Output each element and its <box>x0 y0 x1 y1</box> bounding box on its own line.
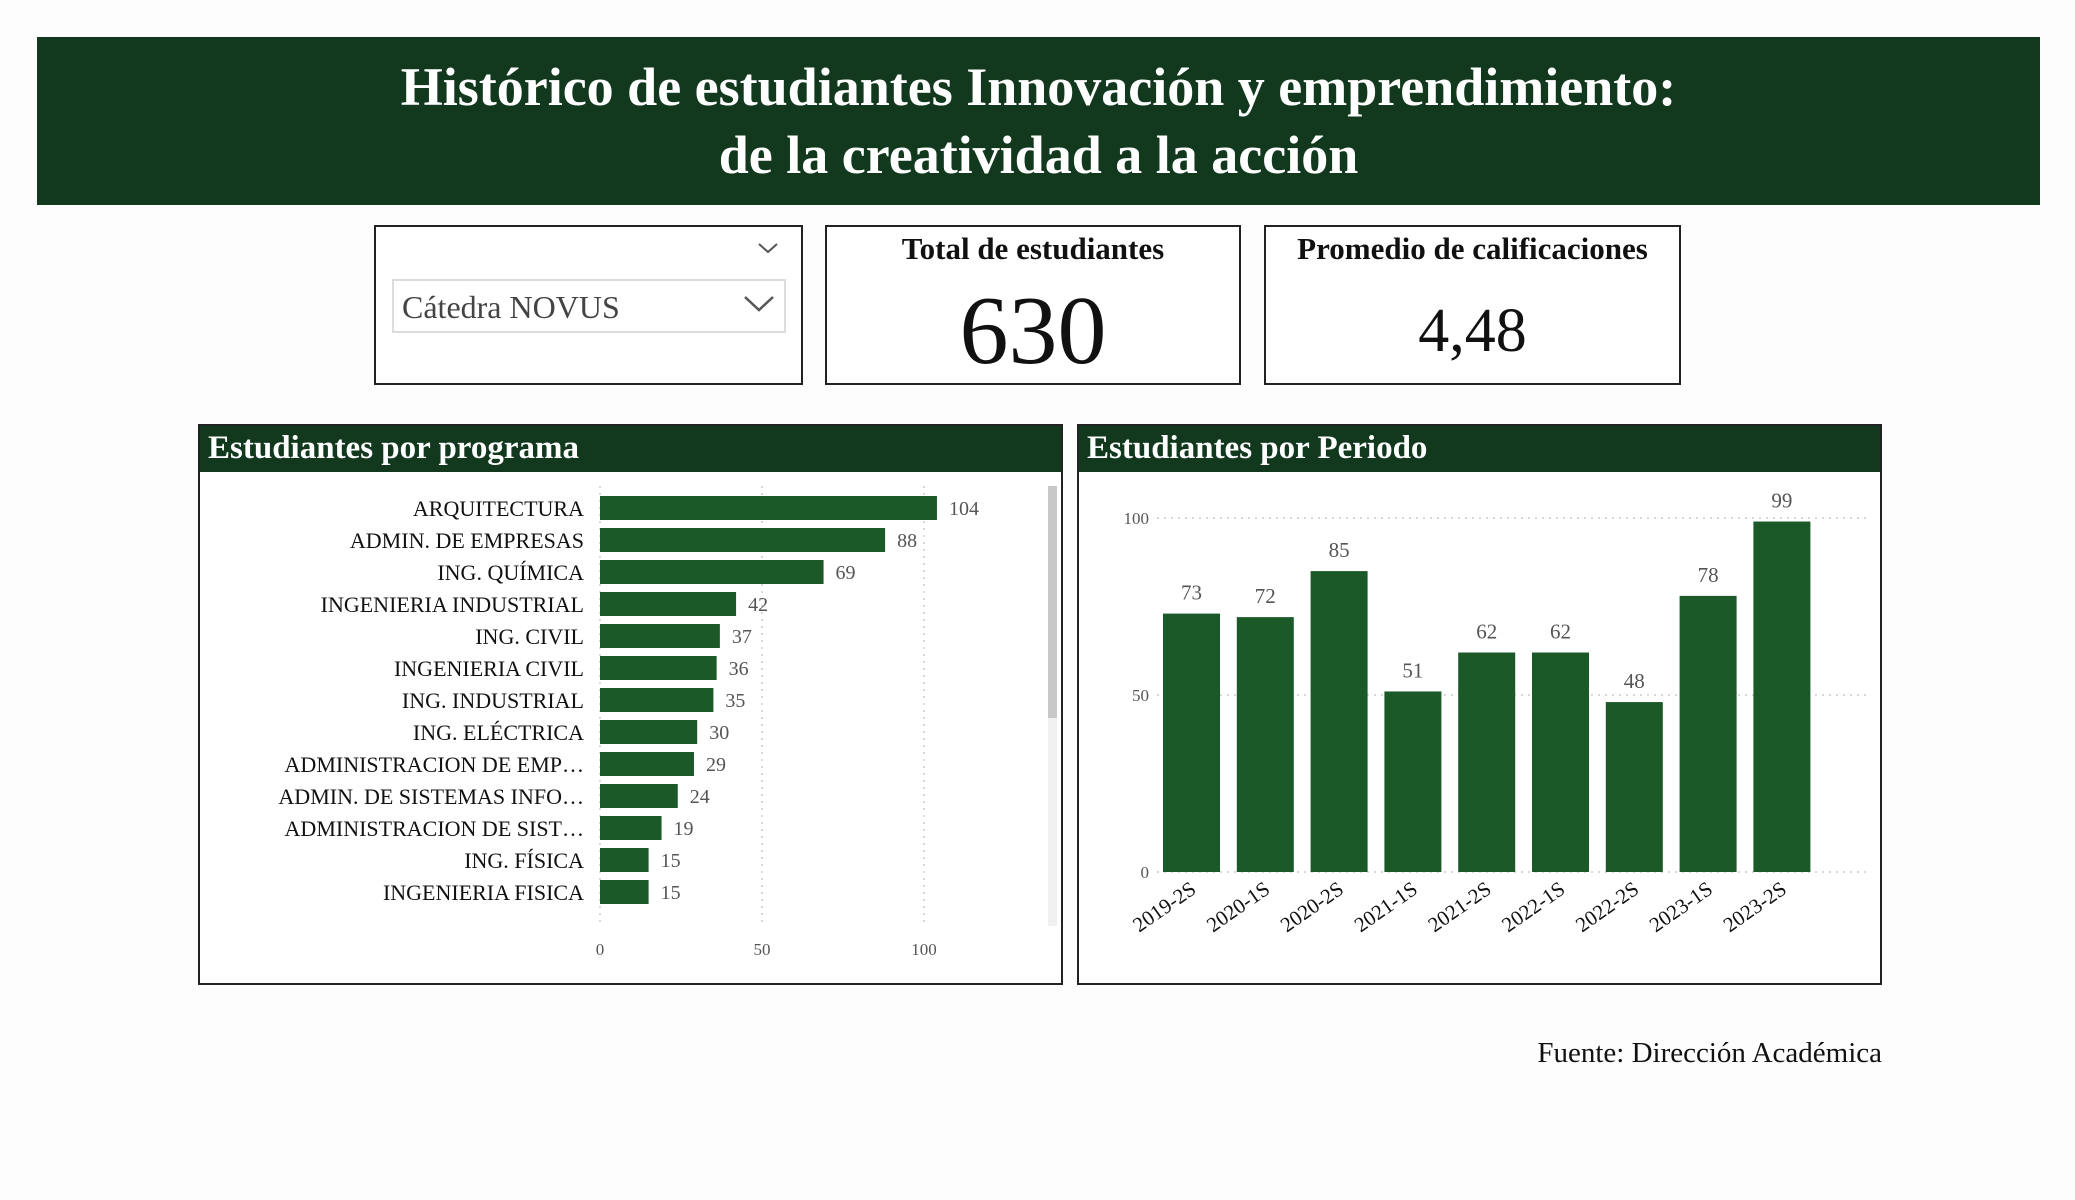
category-label: INGENIERIA FISICA <box>383 880 584 905</box>
data-label: 99 <box>1771 489 1792 513</box>
data-label: 37 <box>732 626 752 648</box>
category-label: ARQUITECTURA <box>413 496 584 521</box>
bar <box>1458 652 1516 872</box>
kpi-average-grade: Promedio de calificaciones 4,48 <box>1264 225 1681 385</box>
bar <box>600 720 698 744</box>
category-label: 2021-2S <box>1423 876 1495 936</box>
category-label: 2022-2S <box>1571 876 1643 936</box>
bar <box>600 880 649 904</box>
bar <box>600 624 720 648</box>
data-label: 69 <box>836 562 856 584</box>
data-label: 88 <box>897 530 917 552</box>
y-tick-label: 0 <box>1141 863 1150 882</box>
data-label: 48 <box>1624 669 1645 693</box>
data-label: 19 <box>674 818 694 840</box>
category-label: ADMINISTRACION DE SIST… <box>285 816 584 841</box>
data-label: 78 <box>1698 563 1719 587</box>
bar <box>600 784 678 808</box>
category-label: 2023-1S <box>1645 876 1717 936</box>
source-note: Fuente: Dirección Académica <box>1537 1037 1882 1069</box>
report-header: Histórico de estudiantes Innovación y em… <box>37 37 2040 205</box>
bar <box>600 560 824 584</box>
data-label: 15 <box>661 850 681 872</box>
report-title-line2: de la creatividad a la acción <box>718 125 1359 185</box>
category-label: ING. ELÉCTRICA <box>413 720 584 745</box>
data-label: 15 <box>661 882 681 904</box>
bar <box>1163 613 1220 872</box>
data-label: 85 <box>1329 538 1350 562</box>
bar <box>600 752 694 776</box>
chevron-down-icon[interactable] <box>757 241 779 255</box>
data-label: 29 <box>706 754 726 776</box>
category-label: 2020-1S <box>1202 876 1274 936</box>
data-label: 62 <box>1550 620 1571 644</box>
category-label: ADMIN. DE EMPRESAS <box>350 528 584 553</box>
slicer-selected-value: Cátedra NOVUS <box>402 289 620 325</box>
category-label: ING. FÍSICA <box>464 848 584 873</box>
bar <box>600 528 886 552</box>
bar <box>600 496 937 520</box>
category-label: 2021-1S <box>1350 876 1422 936</box>
category-label: ADMINISTRACION DE EMP… <box>285 752 584 777</box>
data-label: 36 <box>729 658 749 680</box>
category-label: INGENIERIA INDUSTRIAL <box>321 592 584 617</box>
data-label: 104 <box>949 498 979 520</box>
bar <box>1532 652 1589 872</box>
y-tick-label: 100 <box>1124 509 1150 528</box>
category-label: 2020-2S <box>1276 876 1348 936</box>
kpi-average-value: 4,48 <box>1418 297 1527 365</box>
category-label: 2022-1S <box>1497 876 1569 936</box>
category-label: 2019-2S <box>1128 876 1200 936</box>
period-chart-title: Estudiantes por Periodo <box>1079 426 1880 472</box>
bar <box>600 816 662 840</box>
category-label: ING. INDUSTRIAL <box>402 688 584 713</box>
scrollbar-thumb[interactable] <box>1048 486 1057 718</box>
x-tick-label: 50 <box>754 940 771 959</box>
slicer-header[interactable] <box>398 241 781 265</box>
kpi-total-students: Total de estudiantes 630 <box>825 225 1241 385</box>
bar <box>1753 521 1811 872</box>
bar <box>1236 617 1294 872</box>
data-label: 73 <box>1181 581 1202 605</box>
bar <box>1384 691 1442 872</box>
program-bar-chart: 0 50 100 ARQUITECTURA 104 ADMIN. DE EMPRESAS 8… <box>278 486 1057 959</box>
period-bar-chart: 0 50 100 73 2019-2S 72 2020-1S 85 2020-2S 51 2021-… <box>1124 489 1869 937</box>
data-label: 30 <box>709 722 729 744</box>
bar <box>1310 571 1368 872</box>
kpi-total-label: Total de estudiantes <box>901 231 1165 266</box>
bar <box>600 592 737 616</box>
bar <box>1679 595 1737 872</box>
bar <box>600 656 717 680</box>
slicer-dropdown[interactable]: Cátedra NOVUS <box>392 279 786 333</box>
y-tick-label: 50 <box>1132 686 1149 705</box>
chevron-down-icon[interactable] <box>742 293 776 315</box>
category-label: 2023-2S <box>1719 876 1791 936</box>
bar <box>600 688 714 712</box>
data-label: 72 <box>1255 584 1276 608</box>
data-label: 51 <box>1402 658 1423 682</box>
category-label: ING. CIVIL <box>475 624 584 649</box>
category-label: ING. QUÍMICA <box>437 560 584 585</box>
data-label: 42 <box>748 594 768 616</box>
data-label: 35 <box>725 690 745 712</box>
program-chart-panel: Estudiantes por programa 0 50 100 ARQUITECT… <box>198 424 1063 985</box>
x-tick-label: 100 <box>911 940 937 959</box>
data-label: 24 <box>690 786 710 808</box>
x-tick-label: 0 <box>596 940 605 959</box>
bar <box>600 848 649 872</box>
program-chart-title: Estudiantes por programa <box>200 426 1061 472</box>
category-label: INGENIERIA CIVIL <box>394 656 584 681</box>
category-label: ADMIN. DE SISTEMAS INFO… <box>278 784 584 809</box>
kpi-total-value: 630 <box>959 277 1107 385</box>
bar <box>1605 702 1663 872</box>
kpi-average-label: Promedio de calificaciones <box>1297 231 1648 266</box>
period-chart-panel: Estudiantes por Periodo 0 50 100 73 2019-2S 7… <box>1077 424 1882 985</box>
data-label: 62 <box>1476 620 1497 644</box>
report-title-line1: Histórico de estudiantes Innovación y em… <box>400 57 1677 117</box>
course-slicer[interactable]: Cátedra NOVUS <box>374 225 803 385</box>
